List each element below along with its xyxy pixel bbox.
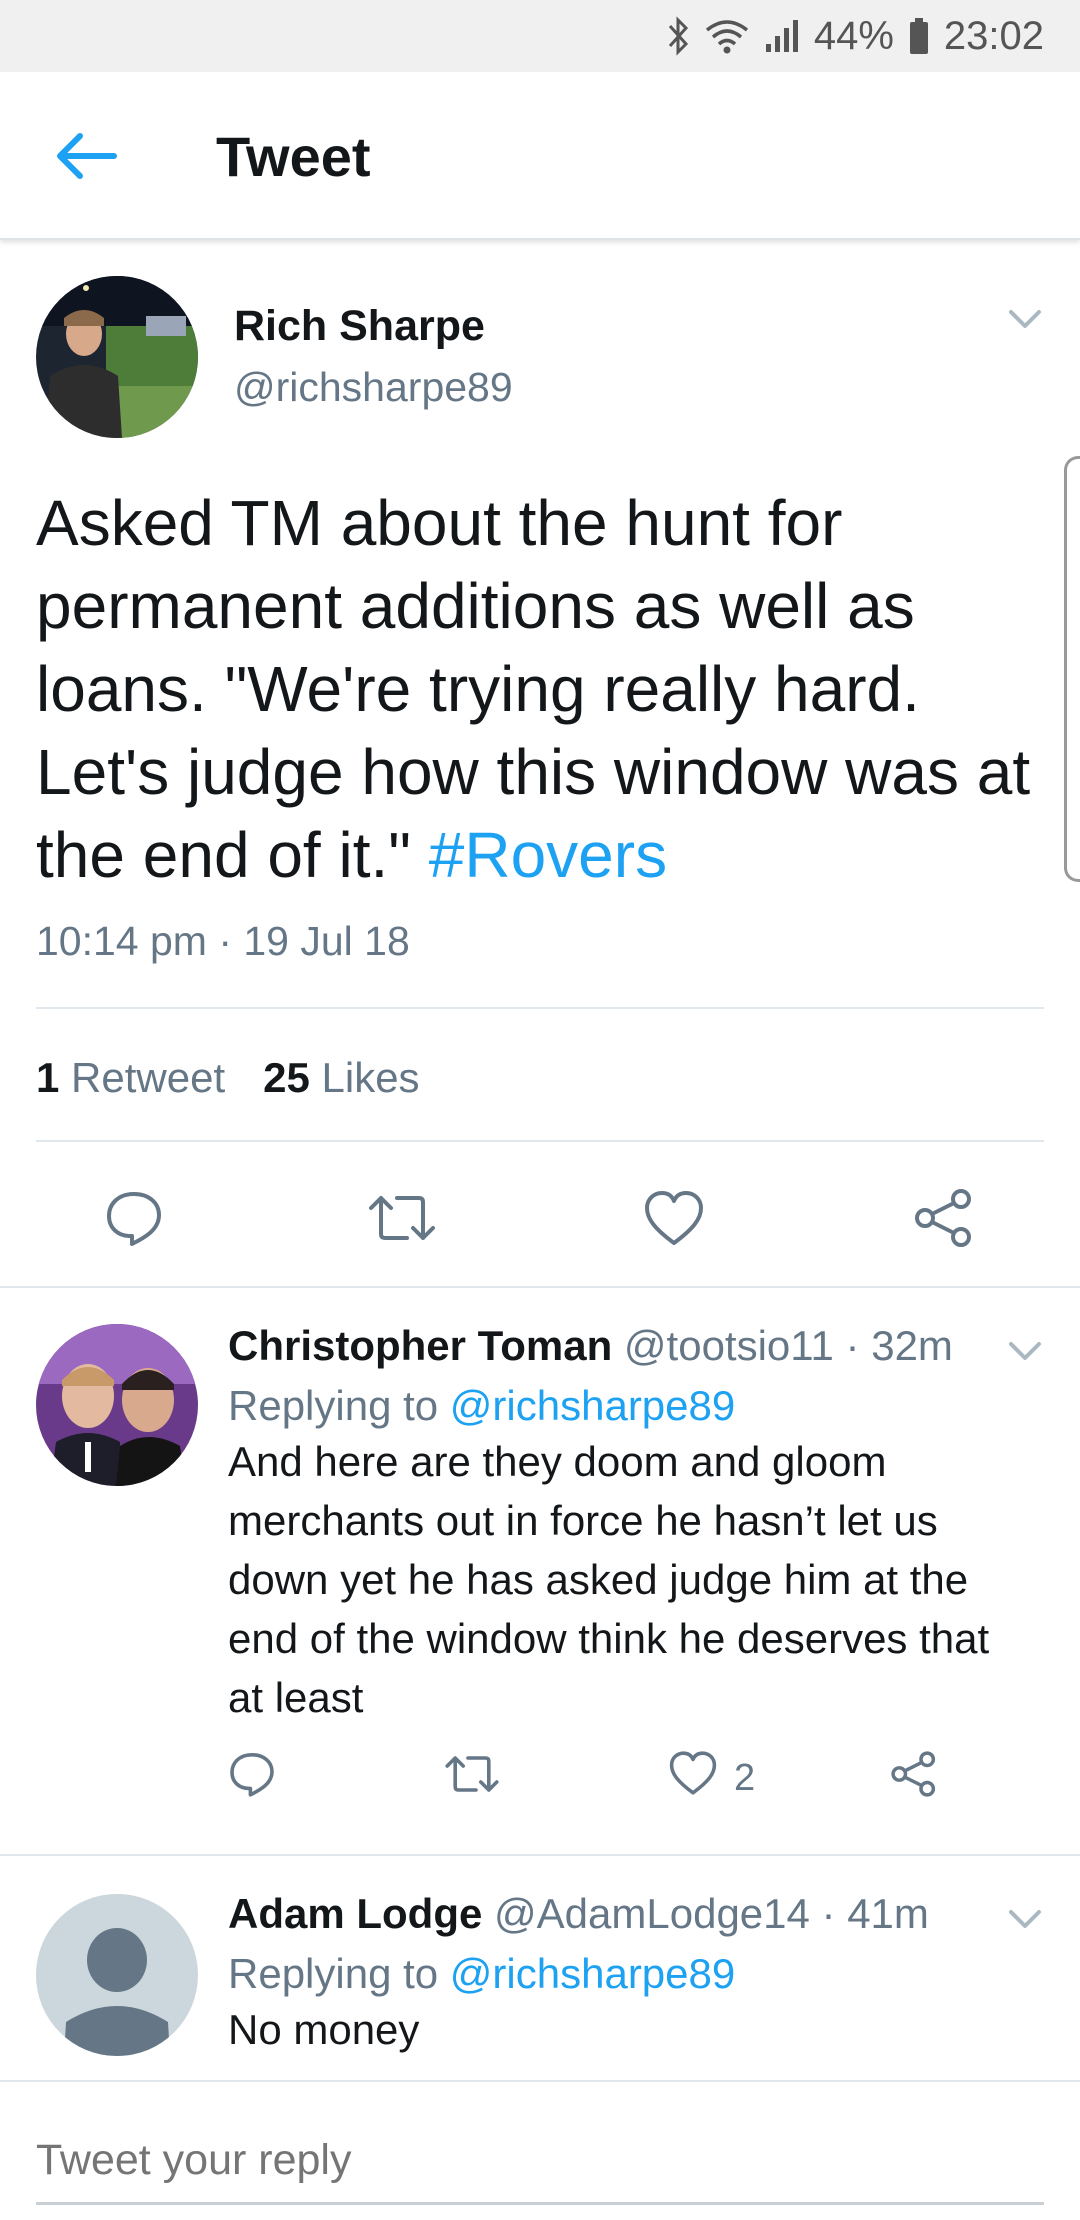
input-underline bbox=[36, 2202, 1044, 2205]
reply-text: No money bbox=[228, 2006, 420, 2053]
replying-to: Replying to @richsharpe89 bbox=[228, 1950, 735, 1998]
reply-text: And here are they doom and gloom merchan… bbox=[228, 1438, 990, 1721]
back-arrow-icon[interactable] bbox=[50, 126, 122, 186]
page-title: Tweet bbox=[216, 125, 371, 188]
status-time: 23:02 bbox=[943, 13, 1044, 58]
status-bar: 44% 23:02 bbox=[0, 0, 1080, 72]
like-icon[interactable] bbox=[638, 1182, 710, 1254]
bluetooth-icon bbox=[666, 16, 690, 56]
reply-handle-time: @AdamLodge14 · 41m bbox=[482, 1890, 929, 1937]
replying-prefix: Replying to bbox=[228, 1950, 450, 1997]
app-header: Tweet bbox=[0, 72, 1080, 240]
like-label: Likes bbox=[321, 1054, 420, 1101]
main-tweet: Rich Sharpe @richsharpe89 Asked TM about… bbox=[0, 242, 1080, 1287]
avatar[interactable] bbox=[36, 1324, 198, 1486]
reply-header: Christopher Toman @tootsio11 · 32m bbox=[228, 1322, 953, 1370]
reply-icon[interactable] bbox=[228, 1750, 276, 1798]
author-name[interactable]: Rich Sharpe bbox=[234, 302, 485, 351]
retweet-icon[interactable] bbox=[444, 1750, 500, 1798]
like-count: 25 bbox=[263, 1054, 310, 1101]
retweet-label: Retweet bbox=[71, 1054, 226, 1101]
retweet-icon[interactable] bbox=[366, 1182, 438, 1254]
like-button[interactable]: 2 bbox=[668, 1750, 755, 1806]
like-icon bbox=[668, 1750, 718, 1806]
chevron-down-icon[interactable] bbox=[1008, 308, 1042, 335]
tweet-text: Asked TM about the hunt for permanent ad… bbox=[36, 482, 1046, 897]
reply-author-name[interactable]: Christopher Toman bbox=[228, 1322, 612, 1369]
likes-stat[interactable]: 25 Likes bbox=[263, 1054, 419, 1102]
reply-actions: 2 bbox=[228, 1750, 1028, 1810]
chevron-down-icon[interactable] bbox=[1008, 1908, 1042, 1935]
battery-icon bbox=[908, 16, 930, 56]
mention-link[interactable]: @richsharpe89 bbox=[450, 1382, 735, 1429]
mention-link[interactable]: @richsharpe89 bbox=[450, 1950, 735, 1997]
share-icon[interactable] bbox=[908, 1182, 980, 1254]
reply-item[interactable]: Christopher Toman @tootsio11 · 32m Reply… bbox=[0, 1288, 1080, 1854]
avatar[interactable] bbox=[36, 276, 198, 438]
reply-compose-bar bbox=[0, 2080, 1080, 2220]
tweet-actions bbox=[0, 1182, 1080, 1272]
signal-icon bbox=[764, 16, 800, 56]
replying-to: Replying to @richsharpe89 bbox=[228, 1382, 735, 1430]
share-icon[interactable] bbox=[890, 1750, 938, 1798]
retweet-count: 1 bbox=[36, 1054, 60, 1101]
reply-handle-time: @tootsio11 · 32m bbox=[612, 1322, 953, 1369]
reply-icon[interactable] bbox=[98, 1182, 170, 1254]
reply-input[interactable] bbox=[36, 2124, 1044, 2196]
replying-prefix: Replying to bbox=[228, 1382, 450, 1429]
scrollbar-handle[interactable] bbox=[1064, 456, 1080, 882]
like-count: 2 bbox=[734, 1756, 756, 1799]
divider bbox=[36, 1007, 1044, 1009]
divider bbox=[36, 1140, 1044, 1142]
tweet-stats: 1 Retweet 25 Likes bbox=[36, 1054, 420, 1102]
reply-author-name[interactable]: Adam Lodge bbox=[228, 1890, 482, 1937]
hashtag-link[interactable]: #Rovers bbox=[429, 819, 667, 891]
avatar[interactable] bbox=[36, 1894, 198, 2056]
reply-item[interactable]: Adam Lodge @AdamLodge14 · 41m Replying t… bbox=[0, 1856, 1080, 2080]
author-handle[interactable]: @richsharpe89 bbox=[234, 364, 513, 411]
chevron-down-icon[interactable] bbox=[1008, 1340, 1042, 1367]
reply-header: Adam Lodge @AdamLodge14 · 41m bbox=[228, 1890, 929, 1938]
retweets-stat[interactable]: 1 Retweet bbox=[36, 1054, 225, 1102]
wifi-icon bbox=[704, 16, 750, 56]
tweet-timestamp: 10:14 pm · 19 Jul 18 bbox=[36, 918, 410, 964]
battery-percent: 44% bbox=[813, 13, 894, 58]
